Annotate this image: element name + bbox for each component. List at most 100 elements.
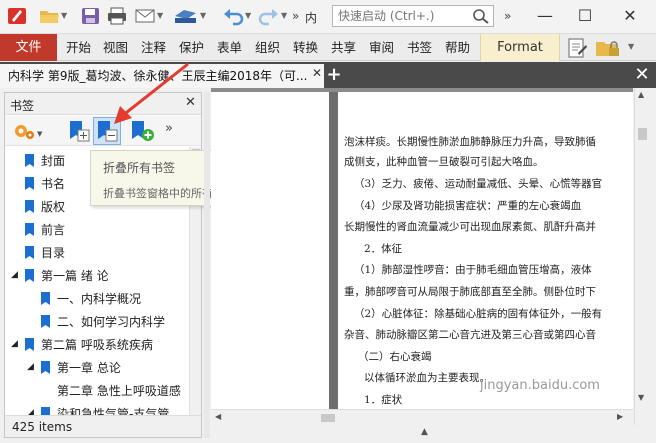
expander-icon[interactable]: ◢ — [27, 408, 34, 415]
chevron-down-icon[interactable]: ▼ — [157, 11, 163, 20]
page-text-line: （4）少尿及肾功能损害症状：严重的左心衰竭血 — [354, 200, 582, 212]
page-text-line: （3）乏力、疲倦、运动耐量减低、头晕、心慌等器官 — [354, 178, 603, 190]
bookmark-item[interactable]: ◢ 第二篇 呼吸系统疾病 — [5, 333, 189, 356]
undo-icon[interactable] — [222, 6, 244, 26]
bookmark-label: 第一章 总论 — [57, 361, 121, 375]
file-menu-button[interactable]: 文件 — [0, 34, 57, 61]
scroll-right-icon[interactable]: ▶ — [617, 412, 623, 421]
open-folder-icon[interactable] — [38, 6, 60, 26]
save-icon[interactable] — [80, 6, 102, 26]
bookmark-item[interactable]: ◢ 第一篇 绪 论 — [5, 264, 189, 287]
title-bar: ▼ ▼ ▼ ▼ ▼ » 内 » — ☐ ✕ — [0, 0, 656, 34]
page-text-line: 2．体征 — [364, 243, 403, 255]
document-page: 泡沫样痰。长期慢性肺淤血肺静脉压力升高，导致肺循 成侧支，此种血管一旦破裂可引起… — [338, 92, 633, 412]
page-gap — [329, 92, 338, 412]
bookmark-item[interactable]: ◢ 染和急性气管-支气管 — [5, 402, 189, 415]
expander-icon[interactable]: ◢ — [11, 339, 18, 349]
bookmark-icon — [41, 292, 50, 305]
svg-text:▼: ▼ — [37, 130, 43, 138]
bookmark-item[interactable]: 二、如何学习内科学 — [5, 310, 189, 333]
email-icon[interactable] — [134, 6, 156, 26]
more-options-icon[interactable]: » — [504, 9, 511, 23]
page-text-line: 长期慢性的肾血流量减少可出现血尿素氮、肌酐升高并 — [344, 221, 596, 233]
chevron-down-icon[interactable]: ▼ — [245, 11, 251, 20]
quick-launch-label: 内 — [305, 11, 318, 25]
bookmark-icon — [25, 200, 34, 213]
page-text-line: 泡沫样痰。长期慢性肺淤血肺静脉压力升高，导致肺循 — [344, 136, 596, 148]
bookmark-icon — [41, 361, 50, 374]
menu-help[interactable]: 帮助 — [445, 34, 470, 61]
menu-organize[interactable]: 组织 — [255, 34, 280, 61]
chevron-down-icon[interactable]: ▼ — [61, 11, 67, 20]
more-tools-icon[interactable]: » — [292, 9, 299, 23]
page-text-line: 1．症状 — [364, 394, 403, 406]
tooltip-title: 折叠所有书签 — [103, 161, 176, 175]
bookmark-label: 染和急性气管-支气管 — [57, 407, 170, 415]
app-logo-icon — [6, 6, 28, 26]
bookmark-icon — [25, 338, 34, 351]
close-document-button[interactable]: ✕ — [632, 65, 652, 85]
bookmark-label: 第二章 急性上呼吸道感 — [57, 384, 181, 398]
bookmark-label: 第一篇 绪 论 — [41, 269, 109, 283]
menu-protect[interactable]: 保护 — [179, 34, 204, 61]
page-text-line: 成侧支，此种血管一旦破裂可引起大咯血。 — [344, 156, 544, 168]
scroll-up-icon[interactable]: ▲ — [638, 90, 644, 99]
scrollbar-thumb[interactable] — [321, 414, 335, 422]
close-button[interactable]: ✕ — [610, 4, 650, 28]
menu-home[interactable]: 开始 — [66, 34, 91, 61]
bookmark-label: 第二篇 呼吸系统疾病 — [41, 338, 153, 352]
bookmark-icon — [25, 269, 34, 282]
bookmark-item[interactable]: 第二章 急性上呼吸道感 — [5, 379, 189, 402]
bookmark-icon — [25, 223, 34, 236]
menu-view[interactable]: 视图 — [103, 34, 128, 61]
bookmark-item[interactable]: 前言 — [5, 218, 189, 241]
bookmark-item[interactable]: ◢ 第一章 总论 — [5, 356, 189, 379]
folder-lock-icon[interactable] — [594, 37, 622, 59]
chevron-down-icon[interactable]: ▼ — [281, 11, 287, 20]
bookmark-icon — [25, 154, 34, 167]
format-tab[interactable]: Format — [480, 34, 560, 61]
expander-icon[interactable]: ◢ — [11, 270, 18, 280]
page-text-line: 杂音、肺动脉瓣区第二心音亢进及第三心音或第四心音 — [344, 329, 596, 341]
previous-page-edge — [211, 92, 329, 412]
maximize-button[interactable]: ☐ — [565, 4, 605, 28]
bookmark-label: 前言 — [41, 223, 66, 237]
panel-splitter[interactable] — [204, 92, 210, 438]
pdf-reader-window: ▼ ▼ ▼ ▼ ▼ » 内 » — ☐ ✕ — [0, 0, 656, 443]
document-horizontal-scrollbar[interactable]: ◀ ▶ — [211, 409, 633, 425]
expander-icon[interactable]: ◢ — [27, 362, 34, 372]
redo-icon[interactable] — [258, 6, 280, 26]
watermark-text: jingyan.baidu.com — [480, 378, 600, 393]
menu-convert[interactable]: 转换 — [293, 34, 318, 61]
menu-bookmark[interactable]: 书签 — [407, 34, 432, 61]
menu-share[interactable]: 共享 — [331, 34, 356, 61]
page-text-line: 以体循环淤血为主要表现。 — [364, 372, 490, 384]
scroll-left-icon[interactable]: ◀ — [215, 412, 221, 421]
menu-form[interactable]: 表单 — [217, 34, 242, 61]
bookmark-item[interactable]: 目录 — [5, 241, 189, 264]
minimize-button[interactable]: — — [525, 4, 565, 28]
scrollbar-thumb[interactable] — [638, 128, 647, 140]
chevron-down-icon[interactable]: ▼ — [628, 42, 634, 51]
bookmark-icon — [25, 246, 34, 259]
chevron-up-icon[interactable]: ▲ — [421, 427, 428, 437]
page-text-line: （二）右心衰竭 — [358, 351, 432, 363]
scanner-icon[interactable] — [172, 6, 196, 26]
red-arrow-annotation — [114, 62, 189, 124]
bookmark-panel-title: 书签 — [10, 99, 35, 113]
tab-close-icon[interactable]: ✕ — [312, 66, 322, 80]
new-tab-button[interactable]: + — [326, 64, 342, 86]
bookmark-label: 书名 — [41, 177, 66, 191]
chevron-down-icon[interactable]: ▼ — [200, 11, 206, 20]
search-icon[interactable] — [470, 7, 492, 25]
bookmark-count: 425 items — [12, 420, 73, 434]
bookmark-label: 封面 — [41, 154, 66, 168]
print-icon[interactable] — [106, 6, 128, 26]
menu-review[interactable]: 审阅 — [369, 34, 394, 61]
document-properties-icon[interactable] — [566, 37, 588, 59]
bookmark-item[interactable]: 一、内科学概况 — [5, 287, 189, 310]
expand-all-bookmarks-icon[interactable] — [67, 119, 91, 143]
menu-comment[interactable]: 注释 — [141, 34, 166, 61]
gear-icon[interactable]: ▼ — [11, 119, 45, 143]
bookmark-label: 二、如何学习内科学 — [57, 315, 166, 329]
